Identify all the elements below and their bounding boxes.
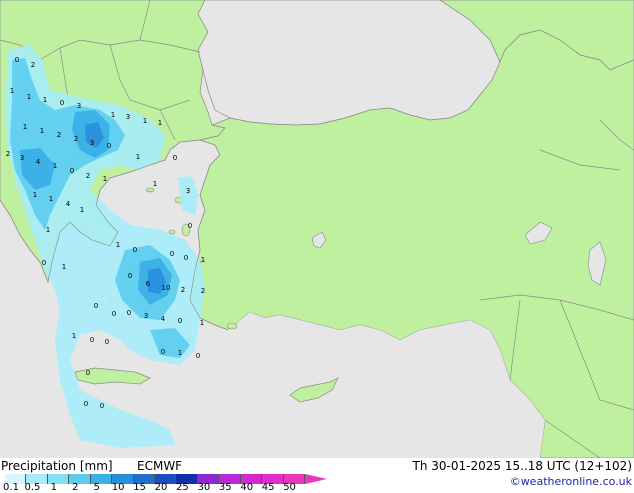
footer-bar: Precipitation [mm] ECMWF Th 30-01-2025 1… [0,458,634,493]
precip-value: 0 [178,317,182,325]
precip-value: 3 [77,102,81,110]
precip-value: 1 [46,226,50,234]
legend-tick-label: 40 [240,482,254,493]
legend-tick-label: 25 [176,482,189,493]
precip-value: 6 [146,280,151,288]
precip-value: 0 [128,272,132,280]
credit-link[interactable]: ©weatheronline.co.uk [510,475,632,488]
precip-value: 1 [111,111,115,119]
legend-title: Precipitation [mm] [1,459,113,473]
legend-tick-label: 10 [111,482,125,493]
precip-value: 0 [188,222,192,230]
precip-value: 2 [57,131,61,139]
legend-tick-label: 30 [197,482,211,493]
legend-tick-label: 0.1 [3,482,19,493]
precip-value: 1 [62,263,66,271]
precip-value: 1 [10,87,14,95]
black-sea [197,0,501,126]
precip-value: 0 [173,154,177,162]
precip-value: 1 [27,93,31,101]
precip-value: 0 [161,348,165,356]
precip-value: 1 [43,96,47,104]
precip-value: 1 [80,206,84,214]
precip-value: 1 [143,117,147,125]
legend-tick-label: 20 [154,482,168,493]
precipitation-map: 0211 1 0 31 3 1 11 1 2 2 3 02 3 4 102 11131 1410010 110 0 0… [0,0,634,458]
precip-value: 10 [162,284,171,292]
precip-value: 1 [23,123,27,131]
precip-value: 0 [15,56,19,64]
valid-time: Th 30-01-2025 15..18 UTC (12+102) [412,459,632,473]
precip-value: 4 [36,158,41,166]
precip-value: 3 [144,312,148,320]
precip-value: 2 [74,135,78,143]
precip-value: 1 [158,119,162,127]
precip-value: 1 [200,319,204,327]
precip-value: 0 [42,259,46,267]
precip-value: 1 [33,191,37,199]
precip-value: 0 [84,400,88,408]
precip-value: 1 [178,349,182,357]
precip-value: 0 [170,250,174,258]
legend-tick-label: 50 [283,482,296,493]
precip-value: 2 [181,286,185,294]
precip-value: 0 [112,310,116,318]
model-name: ECMWF [137,459,183,473]
legend-tick-label: 1 [50,482,58,493]
precip-value: 0 [196,352,200,360]
precip-value: 1 [116,241,120,249]
precip-value: 1 [136,153,140,161]
precip-value: 0 [90,336,94,344]
precip-value: 2 [201,287,205,295]
precip-value: 1 [49,195,53,203]
precip-value: 3 [186,187,190,195]
precip-value: 1 [72,332,76,340]
precip-value: 1 [103,175,107,183]
precip-value: 0 [100,402,104,410]
precip-value: 1 [153,180,157,188]
legend-tick-label: 0.5 [24,482,41,493]
precip-value: 0 [60,99,64,107]
legend-tick-label: 5 [93,482,100,493]
precip-value: 3 [20,154,24,162]
precip-value: 4 [66,200,71,208]
legend-tick-label: 15 [133,482,146,493]
precip-value: 4 [161,315,166,323]
precip-value: 0 [184,254,188,262]
legend-tick-label: 2 [72,482,79,493]
precip-value: 0 [133,246,137,254]
precip-value: 0 [86,369,90,377]
precip-value: 3 [90,139,94,147]
precip-value: 0 [127,309,131,317]
precip-value: 2 [86,172,90,180]
precip-value: 2 [31,61,35,69]
precip-value: 0 [70,167,74,175]
precip-value: 0 [105,338,109,346]
precip-value: 2 [6,150,10,158]
precip-value: 1 [40,127,44,135]
precip-value: 1 [201,256,205,264]
precip-value: 1 [53,162,57,170]
legend-tick-label: 45 [261,482,275,493]
legend-tick-label: 35 [218,482,232,493]
precip-value: 0 [107,142,111,150]
precip-value: 3 [126,113,130,121]
colorbar-arrow [305,474,327,484]
precip-value: 0 [94,302,98,310]
